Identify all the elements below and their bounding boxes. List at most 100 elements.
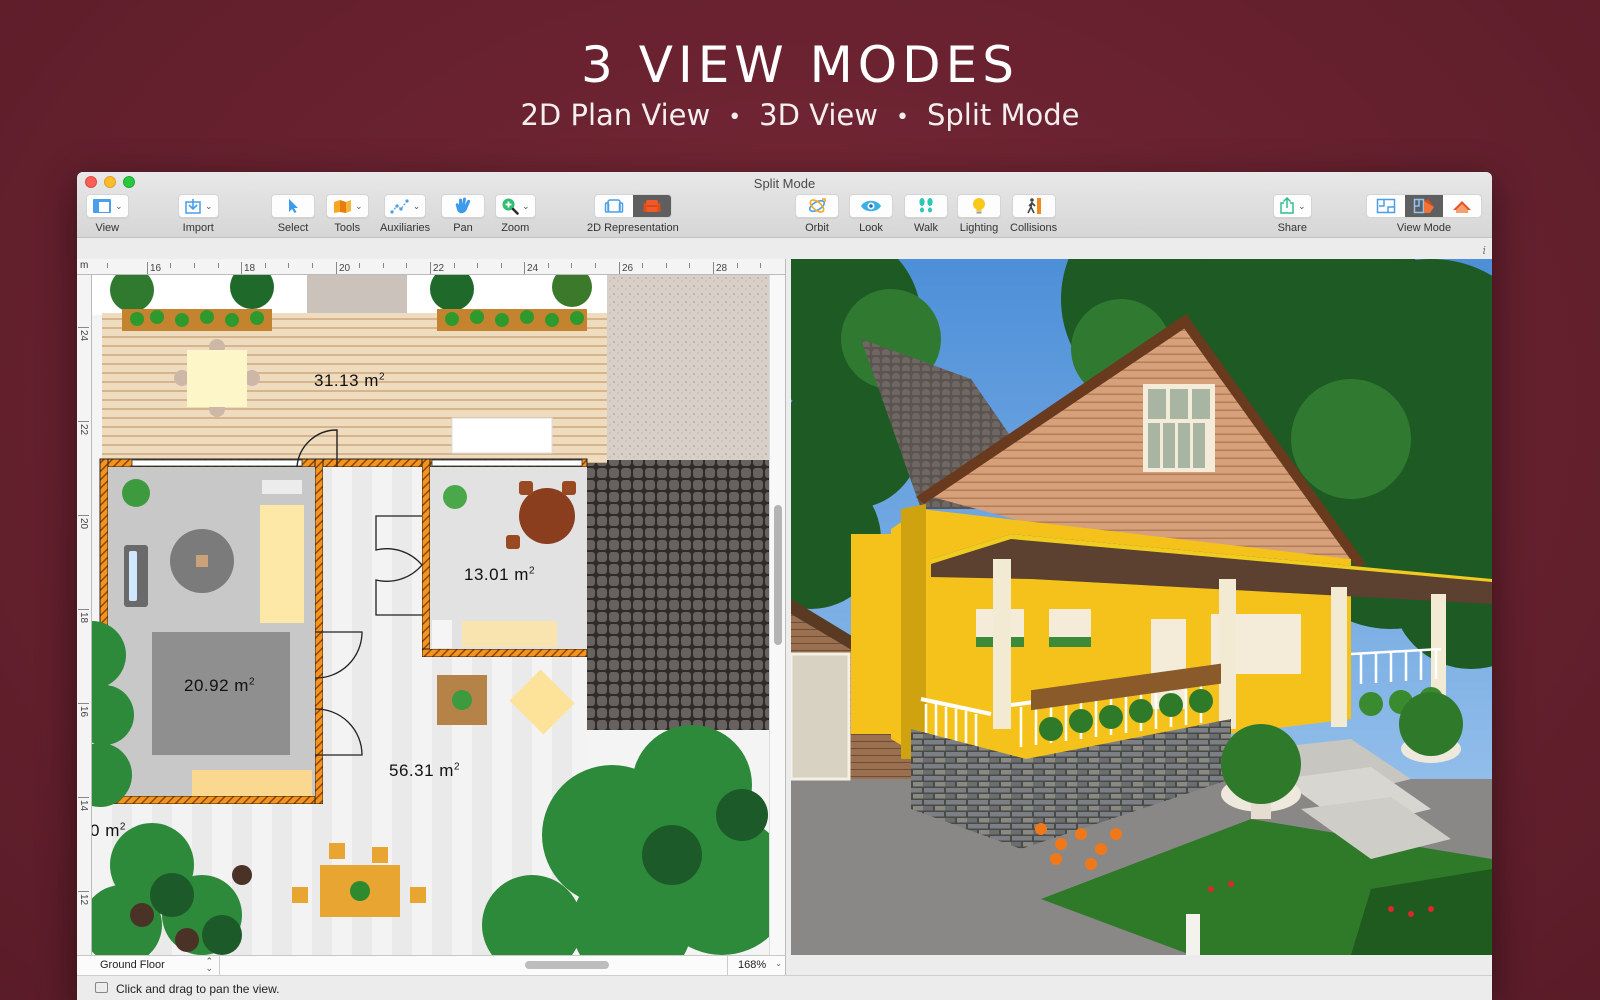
ruler-tick-label: 28 bbox=[713, 262, 727, 274]
ruler-tick-label: 22 bbox=[430, 262, 444, 274]
representation-outline-segment[interactable] bbox=[595, 195, 633, 217]
potted-plant bbox=[122, 479, 150, 507]
floorplan-icon bbox=[1376, 198, 1396, 214]
horizontal-scroll-thumb[interactable] bbox=[525, 961, 609, 969]
toolbar-tools[interactable]: ⌄ Tools bbox=[326, 194, 369, 234]
footprints-icon bbox=[919, 198, 933, 213]
interior-wall bbox=[421, 458, 431, 658]
bench bbox=[451, 417, 553, 454]
share-button[interactable]: ⌄ bbox=[1273, 194, 1312, 218]
ruler-tick-label: 20 bbox=[336, 262, 350, 274]
window-title: Split Mode bbox=[753, 176, 816, 191]
potted-plant bbox=[443, 485, 467, 509]
look-label: Look bbox=[859, 222, 883, 234]
chevron-down-icon: ⌄ bbox=[355, 200, 363, 211]
vertical-scrollbar[interactable] bbox=[769, 275, 785, 955]
toolbar-collisions[interactable]: Collisions bbox=[1010, 194, 1057, 234]
exterior-wall bbox=[99, 795, 324, 805]
subtitle-3d-view: 3D View bbox=[759, 98, 878, 132]
zoom-level-selector[interactable]: 168% ⌄ bbox=[727, 956, 785, 975]
toolbar-auxiliaries[interactable]: ⌄ Auxiliaries bbox=[380, 194, 430, 234]
import-label: Import bbox=[182, 222, 214, 234]
armchair-colored-icon bbox=[643, 200, 661, 212]
floor-plan-canvas[interactable]: 31.13 m2 20.92 m2 13.01 m2 56.31 m2 0 m2 bbox=[92, 275, 770, 955]
ruler-minor-tick bbox=[737, 263, 738, 268]
3d-view-pane[interactable] bbox=[791, 259, 1492, 955]
ruler-minor-tick bbox=[666, 263, 667, 268]
floor-plan-drawing bbox=[92, 275, 770, 955]
lighting-label: Lighting bbox=[959, 222, 999, 234]
area-label-partial: 0 m2 bbox=[92, 821, 126, 840]
ruler-minor-tick bbox=[194, 263, 195, 268]
view-mode-segmented-control[interactable] bbox=[1366, 194, 1482, 218]
share-icon bbox=[1280, 197, 1294, 214]
plan-view-pane[interactable]: m 16 18 20 22 24 26 28 24 22 20 18 16 14… bbox=[77, 259, 786, 955]
view-mode-label: View Mode bbox=[1396, 222, 1452, 234]
floor-selector[interactable]: Ground Floor ⌃ ⌄ bbox=[92, 956, 220, 975]
collisions-label: Collisions bbox=[1010, 222, 1058, 234]
representation-segmented-control[interactable] bbox=[593, 194, 672, 218]
ruler-tick-label: 26 bbox=[619, 262, 633, 274]
ruler-minor-tick bbox=[454, 263, 455, 268]
split-view-icon bbox=[1413, 198, 1434, 214]
toolbar-import[interactable]: ⌄ Import bbox=[178, 194, 219, 234]
bullet-separator: • bbox=[896, 104, 909, 130]
import-button[interactable]: ⌄ bbox=[178, 194, 219, 218]
walker-wall-icon bbox=[1026, 198, 1041, 214]
ruler-tick-label: 14 bbox=[78, 797, 89, 812]
chevron-down-icon: ⌄ bbox=[115, 200, 123, 211]
lightbulb-icon bbox=[973, 198, 985, 214]
toolbar-view-mode[interactable]: View Mode bbox=[1366, 194, 1482, 234]
planter-box bbox=[122, 309, 272, 331]
vertical-scroll-thumb[interactable] bbox=[774, 505, 782, 645]
auxiliaries-button[interactable]: ⌄ bbox=[383, 194, 427, 218]
collisions-button[interactable] bbox=[1011, 194, 1056, 218]
house-3d-icon bbox=[1453, 201, 1471, 213]
ruler-minor-tick bbox=[170, 263, 171, 268]
toolbar-view[interactable]: ⌄ View bbox=[86, 194, 129, 234]
walk-button[interactable] bbox=[904, 194, 948, 218]
toolbar-select[interactable]: Select bbox=[271, 194, 315, 234]
kitchen-counter bbox=[462, 621, 557, 647]
toolbar-share[interactable]: ⌄ Share bbox=[1273, 194, 1312, 234]
toolbar-lighting[interactable]: Lighting bbox=[957, 194, 1001, 234]
gravel-area bbox=[607, 275, 770, 460]
representation-colored-segment[interactable] bbox=[632, 195, 671, 217]
horizontal-ruler: m 16 18 20 22 24 26 28 bbox=[77, 259, 785, 275]
tools-label: Tools bbox=[334, 222, 361, 234]
vertical-ruler: 24 22 20 18 16 14 12 bbox=[77, 275, 92, 955]
ruler-minor-tick bbox=[383, 263, 384, 268]
info-icon[interactable]: i bbox=[1482, 244, 1486, 257]
view-mode-2d-segment[interactable] bbox=[1367, 195, 1405, 217]
toolbar-look[interactable]: Look bbox=[849, 194, 893, 234]
pan-label: Pan bbox=[453, 222, 473, 234]
look-button[interactable] bbox=[849, 194, 893, 218]
orbit-label: Orbit bbox=[805, 222, 829, 234]
updown-chevron-icon: ⌃ ⌄ bbox=[205, 956, 213, 973]
pan-button[interactable] bbox=[441, 194, 485, 218]
orbit-button[interactable] bbox=[795, 194, 839, 218]
view-mode-3d-segment[interactable] bbox=[1443, 195, 1481, 217]
area-label-hall: 56.31 m2 bbox=[389, 761, 461, 780]
ruler-minor-tick bbox=[288, 263, 289, 268]
ruler-tick-label: 24 bbox=[78, 327, 89, 342]
zoom-level-value: 168% bbox=[738, 959, 767, 971]
share-label: Share bbox=[1277, 222, 1307, 234]
sofa bbox=[260, 505, 304, 623]
area-label-dining-room: 13.01 m2 bbox=[464, 565, 536, 584]
toolbar-pan[interactable]: Pan bbox=[441, 194, 485, 234]
toolbar-zoom[interactable]: ⌄ Zoom bbox=[495, 194, 536, 234]
status-text: Click and drag to pan the view. bbox=[116, 982, 280, 996]
view-mode-split-segment[interactable] bbox=[1405, 195, 1443, 217]
toolbar-2d-representation[interactable]: 2D Representation bbox=[587, 194, 679, 234]
tools-button[interactable]: ⌄ bbox=[326, 194, 369, 218]
lighting-button[interactable] bbox=[957, 194, 1001, 218]
toolbar-walk[interactable]: Walk bbox=[904, 194, 948, 234]
zoom-button[interactable]: ⌄ bbox=[495, 194, 536, 218]
toolbar-orbit[interactable]: Orbit bbox=[795, 194, 839, 234]
chevron-down-icon: ⌄ bbox=[205, 200, 213, 211]
view-button[interactable]: ⌄ bbox=[86, 194, 129, 218]
speech-bubble-icon bbox=[95, 982, 108, 993]
select-button[interactable] bbox=[271, 194, 315, 218]
walk-label: Walk bbox=[913, 222, 939, 234]
